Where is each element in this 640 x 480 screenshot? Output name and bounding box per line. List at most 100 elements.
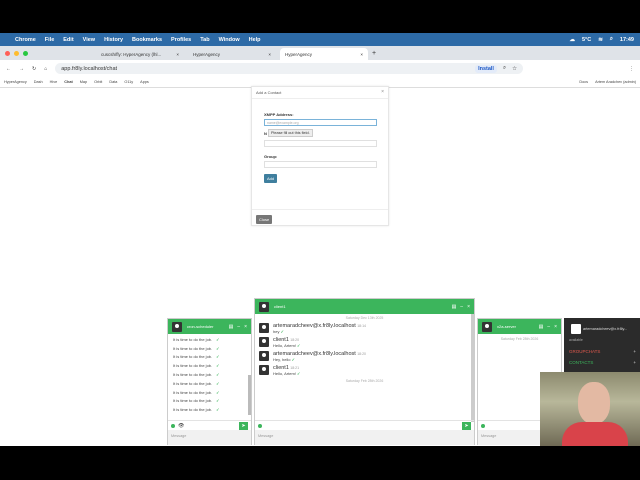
bookmark-hive[interactable]: Hive [50, 80, 58, 84]
bookmark-data[interactable]: Data [109, 80, 117, 84]
url-input[interactable]: app.fr8ly.localhost/chat Install ⌕ ☆ [55, 63, 523, 74]
avatar [259, 365, 269, 375]
chat-header[interactable]: client1 ▤ – × [255, 299, 474, 314]
reload-icon[interactable]: ↻ [32, 66, 36, 72]
minimize-icon[interactable]: – [237, 324, 240, 330]
close-icon[interactable]: × [268, 52, 271, 57]
message-sender[interactable]: artemaradchеev@x.fr8ly.localhost [273, 323, 356, 329]
bookmark-o11y[interactable]: O11y [124, 80, 133, 84]
message-time: 18:20 [290, 338, 300, 342]
message-text: Hello, Artem! [273, 371, 296, 376]
close-icon[interactable]: × [554, 324, 557, 330]
emoji-icon[interactable] [171, 423, 175, 428]
add-button[interactable]: Add [264, 174, 278, 183]
menu-bookmarks[interactable]: Bookmarks [132, 37, 162, 43]
new-tab-button[interactable]: + [372, 50, 376, 57]
send-button[interactable]: ➤ [462, 421, 471, 430]
bookmark-hyperagency[interactable]: HyperAgency [4, 80, 27, 84]
nickname-label: N [264, 131, 267, 136]
check-icon: ✓ [216, 354, 220, 360]
weather-icon[interactable]: ☁ [569, 37, 575, 43]
close-icon[interactable]: × [176, 52, 179, 57]
menu-help[interactable]: Help [249, 37, 261, 43]
menu-history[interactable]: History [104, 37, 123, 43]
wifi-icon[interactable]: ≋ [598, 37, 603, 43]
xmpp-address-input[interactable]: name@example.org [264, 119, 377, 126]
message-text: Hey, hello [273, 357, 291, 362]
status-text[interactable]: available [569, 338, 583, 342]
emoji-icon[interactable] [481, 423, 485, 428]
scrollbar[interactable] [471, 314, 474, 422]
user-menu[interactable]: Artem Aradchev (admin) [595, 80, 636, 84]
bookmark-map[interactable]: Map [80, 80, 87, 84]
close-icon[interactable]: × [381, 89, 384, 95]
tab-github[interactable]: cuscsh/fly: HyperAgency (lhl... × [96, 48, 184, 60]
install-button[interactable]: Install [475, 64, 497, 73]
list-item: It is time to do the job. ✓ [168, 397, 251, 406]
menu-tab[interactable]: Tab [200, 37, 209, 43]
minimize-icon[interactable]: – [547, 324, 550, 330]
nickname-input[interactable] [264, 140, 377, 147]
config-icon[interactable]: ▤ [539, 324, 544, 330]
bookmark-orbit[interactable]: Orbit [94, 80, 102, 84]
search-icon[interactable]: ⌕ [610, 36, 613, 43]
list-item: It is time to do the job. ✓ [168, 370, 251, 379]
add-groupchat-icon[interactable]: + [633, 349, 636, 354]
menu-file[interactable]: File [45, 37, 54, 43]
list-item: It is time to do the job. ✓ [168, 379, 251, 388]
send-button[interactable]: ➤ [239, 421, 248, 430]
menu-view[interactable]: View [83, 37, 95, 43]
message-text: It is time to do the job. [173, 389, 213, 395]
chat-header[interactable]: x2a-server ▤ – × [478, 319, 561, 334]
group-label: Group: [264, 154, 278, 159]
message-list: artemaradchеev@x.fr8ly.localhost 18:14 he… [255, 320, 474, 376]
bookmark-apps[interactable]: Apps [140, 80, 149, 84]
group-input[interactable] [264, 161, 377, 168]
tab-hyperagency-1[interactable]: HyperAgency × [188, 48, 276, 60]
config-icon[interactable]: ▤ [229, 324, 234, 330]
zoom-icon[interactable]: ⌕ [503, 65, 506, 72]
close-icon[interactable]: × [467, 304, 470, 310]
close-icon[interactable]: × [360, 52, 363, 57]
chat-footer: ➤ Message [255, 420, 474, 445]
add-contact-icon[interactable]: + [633, 360, 636, 365]
check-icon: ✓ [297, 371, 301, 376]
menu-icon[interactable]: ⋮ [629, 66, 634, 72]
menu-window[interactable]: Window [219, 37, 240, 43]
bookmark-chat[interactable]: Chat [64, 80, 72, 84]
close-window-button[interactable] [5, 50, 10, 56]
minimize-window-button[interactable] [14, 50, 19, 56]
docs-link[interactable]: Docs [579, 80, 588, 84]
message-input[interactable]: Message [168, 430, 251, 445]
home-icon[interactable]: ⌂ [44, 66, 47, 72]
eye-icon[interactable]: 👁 [178, 423, 184, 429]
zoom-window-button[interactable] [23, 50, 28, 56]
message-list: It is time to do the job. ✓ It is time to … [168, 334, 251, 414]
menu-app[interactable]: Chrome [15, 37, 36, 43]
close-button[interactable]: Close [256, 215, 273, 224]
back-icon[interactable]: ← [6, 66, 11, 72]
scrollbar[interactable] [248, 375, 251, 415]
config-icon[interactable]: ▤ [452, 304, 457, 310]
forward-icon[interactable]: → [19, 66, 24, 72]
chat-header[interactable]: cron-scheduler ▤ – × [168, 319, 251, 334]
chat-title: x2a-server [497, 324, 516, 329]
url-text: app.fr8ly.localhost/chat [61, 65, 118, 72]
menu-edit[interactable]: Edit [63, 37, 73, 43]
groupchats-heading[interactable]: GROUPCHATS [569, 349, 600, 354]
menu-profiles[interactable]: Profiles [171, 37, 191, 43]
clock[interactable]: 17:49 [620, 37, 634, 43]
chat-title: client1 [274, 304, 286, 309]
contacts-heading[interactable]: CONTACTS [569, 360, 593, 365]
message-input[interactable]: Message [255, 430, 474, 445]
bookmark-star-icon[interactable]: ☆ [512, 66, 517, 72]
date-separator: Saturday Feb 28th 2026 [345, 379, 384, 383]
tab-strip: cuscsh/fly: HyperAgency (lhl... × HyperAg… [0, 46, 640, 60]
close-icon[interactable]: × [244, 324, 247, 330]
tab-hyperagency-active[interactable]: HyperAgency × [280, 48, 368, 60]
message: client1 18:21 Hello, Artem! ✓ [255, 362, 474, 376]
roster-username[interactable]: artemaradchеev@x.fr8ly... [583, 327, 627, 331]
minimize-icon[interactable]: – [460, 304, 463, 310]
bookmark-dash[interactable]: Dash [34, 80, 43, 84]
emoji-icon[interactable] [258, 423, 262, 428]
